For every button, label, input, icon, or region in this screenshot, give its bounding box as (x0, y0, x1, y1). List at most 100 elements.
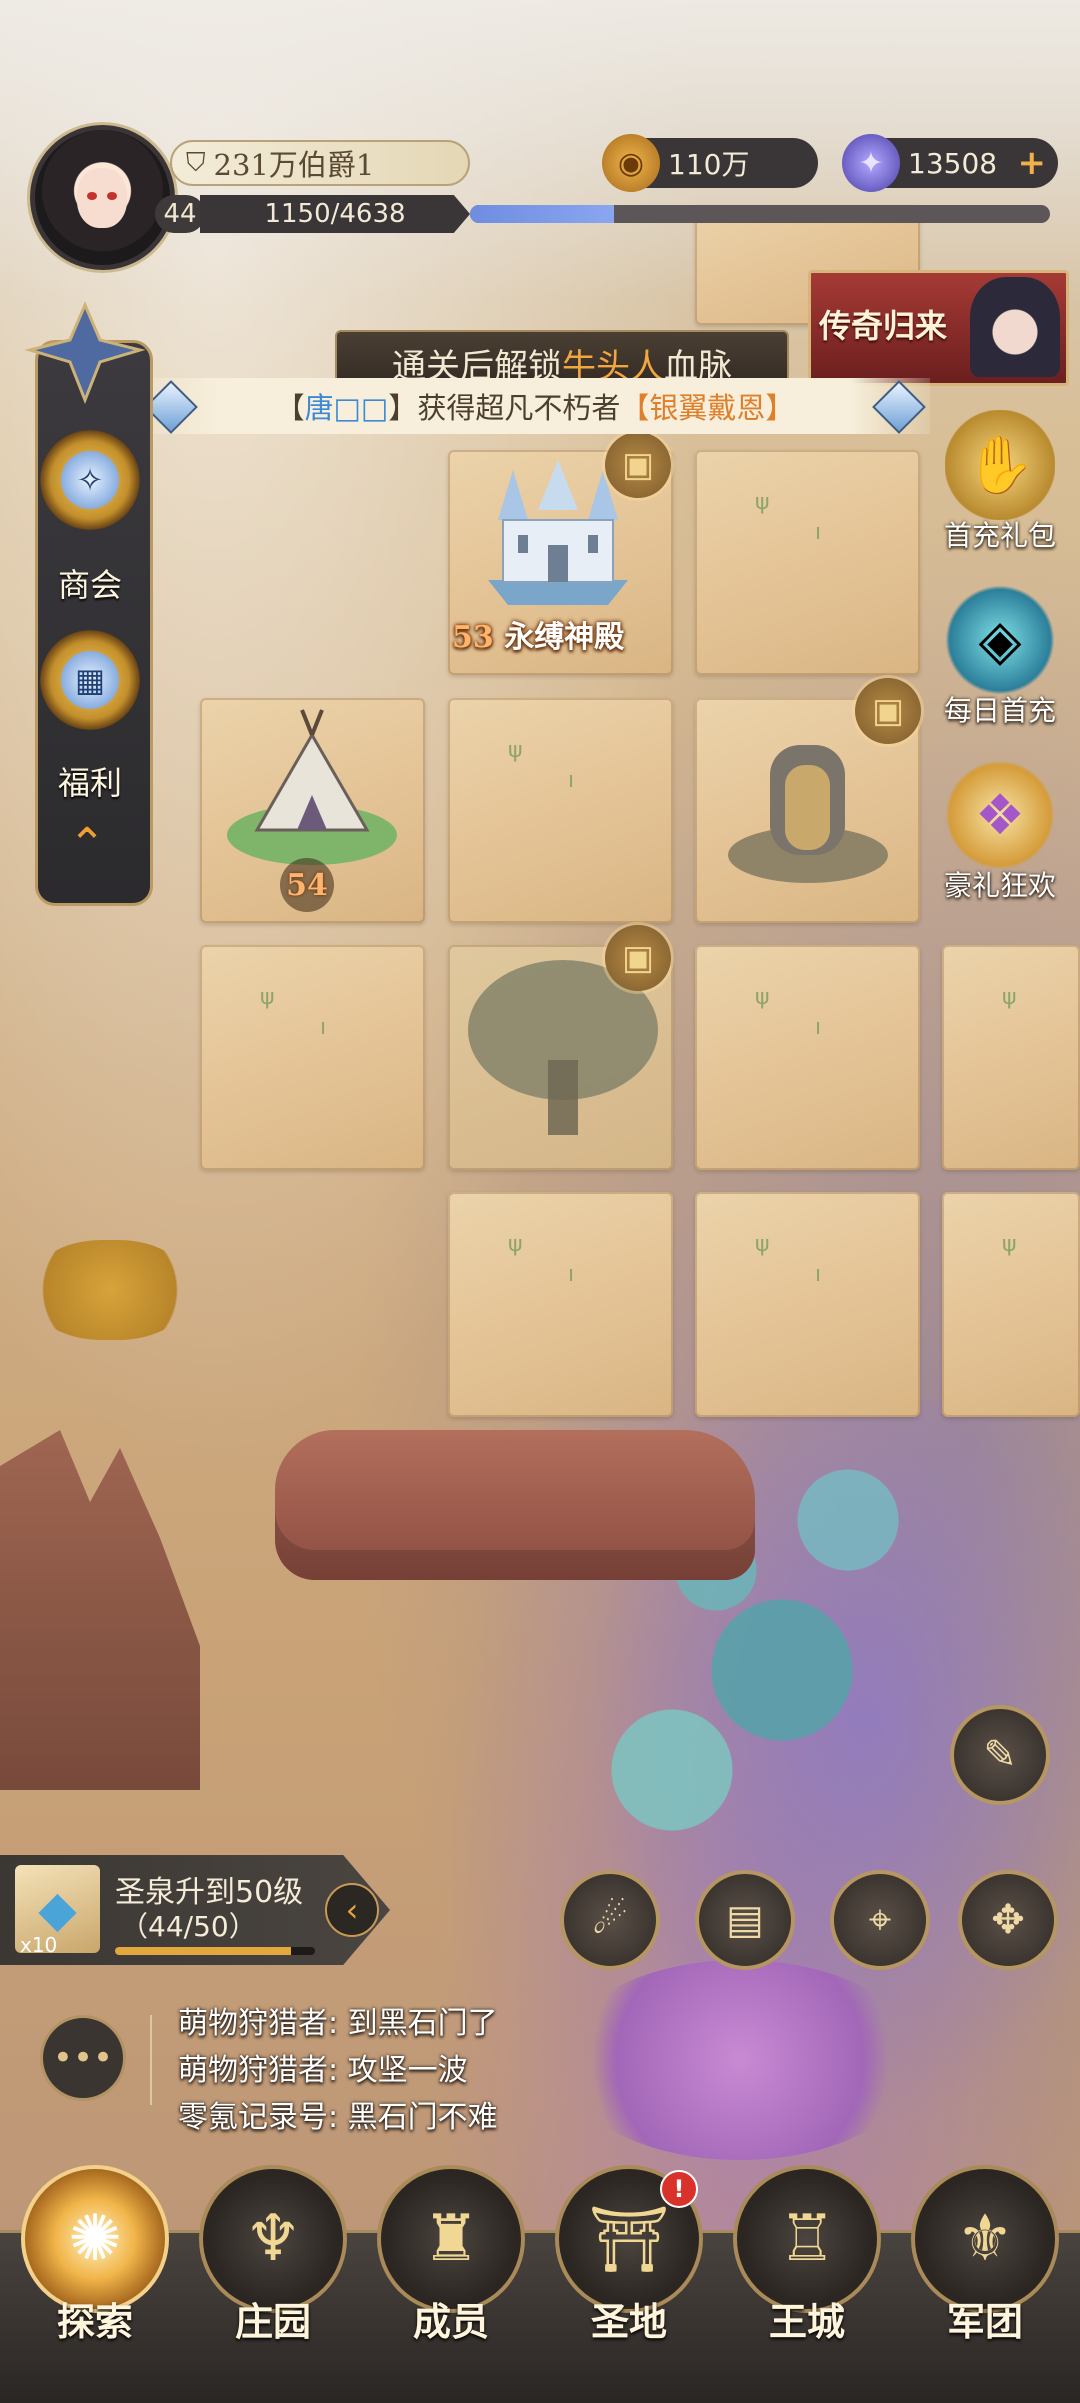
cactus-icon: ψ (508, 738, 523, 763)
daily-first-recharge-button[interactable]: ◈ 每日首充 (925, 585, 1075, 729)
cactus-icon: ψ (755, 490, 770, 515)
cactus-icon: ı (815, 1015, 822, 1040)
avatar-eye (87, 192, 97, 200)
gold-counter[interactable]: ◉ 110万 (602, 134, 818, 192)
map-tile[interactable]: ψı (695, 945, 920, 1170)
gold-coin-icon: ◉ (602, 134, 660, 192)
cactus-icon: ı (320, 1015, 327, 1040)
crystal-icon: ✦ (842, 134, 900, 192)
gift-icon[interactable]: ▣ (605, 925, 671, 991)
gift-carnival-button[interactable]: ❖ 豪礼狂欢 (925, 760, 1075, 904)
nav-explore[interactable]: ✺ 探索 (10, 2165, 180, 2355)
plus-icon[interactable]: + (1018, 143, 1047, 183)
first-recharge-label: 首充礼包 (943, 519, 1056, 552)
quest-log-icon[interactable]: ✎ (950, 1705, 1050, 1805)
nav-members[interactable]: ♜ 成员 (366, 2165, 536, 2355)
welfare-button[interactable]: ▦ (40, 630, 140, 730)
temple-level: 53 (452, 620, 494, 655)
cactus-icon: ı (568, 1262, 575, 1287)
nav-explore-label: 探索 (56, 2299, 133, 2344)
temple-label: 53 永缚神殿 (452, 612, 624, 656)
nav-royal-city-label: 王城 (768, 2299, 845, 2344)
nav-manor-label: 庄园 (234, 2299, 311, 2344)
legend-event-label: 传奇归来 (819, 307, 948, 345)
cactus-icon: ψ (755, 985, 770, 1010)
nav-manor[interactable]: ♆ 庄园 (188, 2165, 358, 2355)
cactus-icon: ı (568, 768, 575, 793)
map-tile[interactable]: ψı (695, 450, 920, 675)
legend-return-event[interactable]: 传奇归来 (808, 270, 1069, 386)
map-tile[interactable]: ψ (942, 1192, 1080, 1417)
nav-royal-city[interactable]: ♖ 王城 (722, 2165, 892, 2355)
nav-members-label: 成员 (412, 2299, 489, 2344)
quest-progress-text: （44/50） (120, 1910, 257, 1943)
rank-title-text: 231万伯爵1 (213, 148, 375, 182)
collapse-arrow-icon[interactable]: ⌃ (62, 820, 112, 870)
chat-divider (150, 2015, 152, 2105)
nav-legion-label: 军团 (946, 2299, 1023, 2344)
blossom-tree (560, 1960, 920, 2160)
hero-portrait (970, 277, 1060, 377)
shop-label: 商会 (57, 566, 122, 604)
player-level: 44 (155, 195, 205, 233)
welfare-chest-icon: ▦ (61, 651, 119, 709)
chat-message: 零氪记录号: 黑石门不难 (178, 2100, 498, 2135)
map-tile[interactable]: ψı (695, 1192, 920, 1417)
exp-bar (470, 205, 1050, 223)
rank-title[interactable]: ⛉ 231万伯爵1 (170, 140, 470, 186)
handshake-icon: ✋ (945, 410, 1055, 520)
dragon-icon[interactable]: ☄ (560, 1870, 660, 1970)
notice-player: 唐□□ (304, 391, 389, 425)
map-tile[interactable]: ψı (448, 1192, 673, 1417)
shop-icon: ✧ (61, 451, 119, 509)
alert-badge: ! (660, 2170, 698, 2208)
tent-icon (227, 709, 397, 865)
cactus-icon: ψ (508, 1232, 523, 1257)
reward-count: x10 (20, 1933, 58, 1957)
cactus-icon: ψ (1002, 985, 1017, 1010)
gem-counter[interactable]: ✦ 13508 + (842, 134, 1058, 192)
cactus-icon: ı (815, 520, 822, 545)
chat-message: 萌物狩猎者: 攻坚一波 (178, 2053, 468, 2088)
cactus-icon: ψ (755, 1232, 770, 1257)
welfare-label: 福利 (57, 764, 122, 802)
location-pin-icon[interactable]: ⌖ (830, 1870, 930, 1970)
map-tile[interactable]: ψı (448, 698, 673, 923)
shield-icon: ⛉ (186, 147, 206, 178)
quest-tracker[interactable]: ◆ x10 圣泉升到50级 （44/50） ‹ (0, 1855, 390, 1965)
nav-holy-land-label: 圣地 (590, 2299, 667, 2344)
compass-icon[interactable]: ✥ (958, 1870, 1058, 1970)
exp-bar-fill (470, 205, 614, 223)
yellow-bush (30, 1240, 190, 1340)
mesa-rock (275, 1430, 755, 1580)
avatar-face (77, 168, 127, 228)
daily-first-label: 每日首充 (943, 694, 1056, 727)
map-scroll-icon[interactable]: ▤ (695, 1870, 795, 1970)
diamond-ornament-icon (872, 380, 926, 434)
system-notice: 【唐□□】获得超凡不朽者 【银翼戴恩】 (140, 378, 930, 434)
chat-more-icon[interactable]: ••• (40, 2015, 126, 2101)
quest-progress-fill (115, 1947, 291, 1955)
notice-bracket-right: 】 (388, 391, 418, 425)
cactus-icon: ı (815, 1262, 822, 1287)
chevron-left-icon[interactable]: ‹ (325, 1883, 379, 1937)
emblem-icon: ◈ (945, 585, 1055, 695)
camp-level: 54 (280, 858, 334, 912)
avatar-eye (107, 192, 117, 200)
camp-building[interactable] (222, 705, 402, 875)
notice-bracket-left: 【 (275, 391, 305, 425)
nav-legion[interactable]: ⚜ 军团 (900, 2165, 1070, 2355)
notice-middle: 获得超凡不朽者 (417, 391, 621, 425)
gold-value: 110万 (668, 148, 750, 181)
gift-icon[interactable]: ▣ (855, 678, 921, 744)
gift-carnival-label: 豪礼狂欢 (943, 869, 1056, 902)
quest-progress-bar (115, 1947, 315, 1955)
shop-button[interactable]: ✧ (40, 430, 140, 530)
map-tile[interactable]: ψı (200, 945, 425, 1170)
chat-message: 萌物狩猎者: 到黑石门了 (178, 2006, 498, 2041)
gift-icon[interactable]: ▣ (605, 432, 671, 498)
notice-hero: 【银翼戴恩】 (620, 391, 795, 425)
player-avatar[interactable] (30, 125, 175, 270)
map-tile[interactable]: ψ (942, 945, 1080, 1170)
first-recharge-button[interactable]: ✋ 首充礼包 (925, 410, 1075, 554)
